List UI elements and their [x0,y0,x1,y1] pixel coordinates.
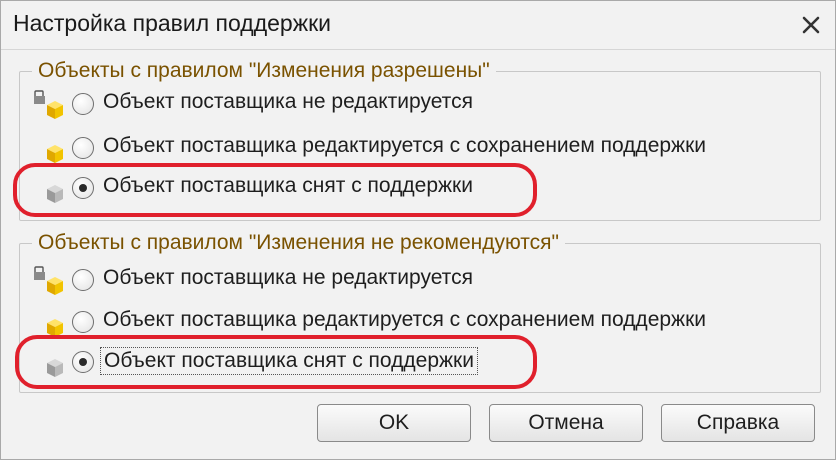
cancel-button[interactable]: Отмена [489,404,643,442]
group-legend: Объекты с правилом "Изменения не рекомен… [32,231,565,255]
option-not-editable[interactable]: Объект поставщика не редактируется [20,262,810,300]
radio-button-selected[interactable] [72,351,94,373]
gray-cube-icon [47,185,63,203]
option-label: Объект поставщика не редактируется [103,266,473,289]
locked-cube-icon [34,266,63,295]
locked-cube-icon [34,90,63,119]
dialog-window: Настройка правил поддержки Объекты с пра… [0,0,836,460]
gray-cube-icon [47,359,63,377]
radio-dot [79,358,87,366]
ok-button[interactable]: OK [317,404,471,442]
option-label: Объект поставщика не редактируется [103,90,473,113]
option-label: Объект поставщика снят с поддержки [103,174,473,197]
radio-button[interactable] [72,137,94,159]
group-legend: Объекты с правилом "Изменения разрешены" [32,59,496,83]
close-button[interactable] [793,7,829,43]
radio-button-selected[interactable] [72,177,94,199]
option-removed-from-support[interactable]: Объект поставщика снят с поддержки [20,170,810,208]
option-editable-with-support[interactable]: Объект поставщика редактируется с сохран… [20,304,810,342]
option-label: Объект поставщика редактируется с сохран… [103,308,707,331]
radio-button[interactable] [72,311,94,333]
radio-button[interactable] [72,93,94,115]
option-not-editable[interactable]: Объект поставщика не редактируется [20,86,810,124]
option-label-focused: Объект поставщика снят с поддержки [100,347,478,375]
dialog-title: Настройка правил поддержки [13,10,331,36]
option-label: Объект поставщика редактируется с сохран… [103,134,707,157]
cube-icon [47,145,63,163]
option-removed-from-support[interactable]: Объект поставщика снят с поддержки [20,344,810,382]
close-icon [802,16,820,34]
option-editable-with-support[interactable]: Объект поставщика редактируется с сохран… [20,130,810,168]
help-button[interactable]: Справка [661,404,815,442]
group-changes-allowed: Объекты с правилом "Изменения разрешены"… [19,59,821,221]
group-changes-not-recommended: Объекты с правилом "Изменения не рекомен… [19,231,821,393]
title-bar: Настройка правил поддержки [1,1,835,50]
radio-dot [79,184,87,192]
radio-button[interactable] [72,269,94,291]
cube-icon [47,319,63,337]
